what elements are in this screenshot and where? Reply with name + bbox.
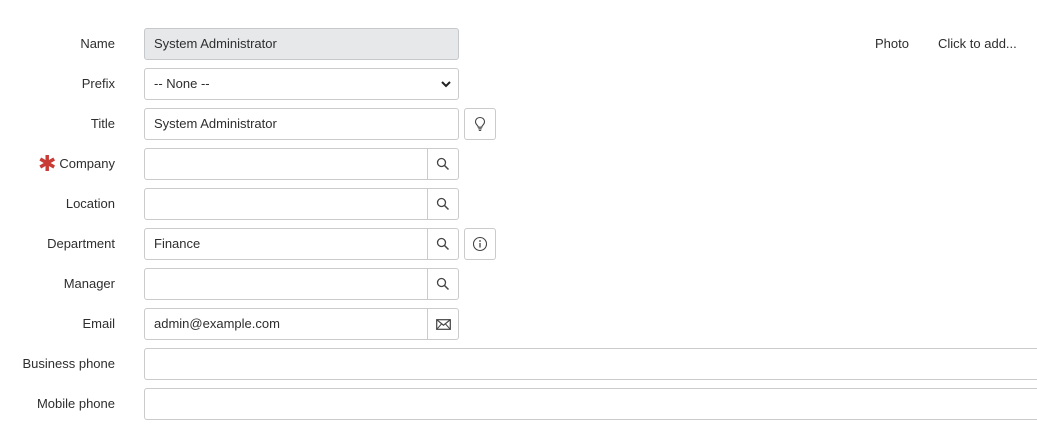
title-suggestion-button[interactable] <box>464 108 496 140</box>
row-prefix: Prefix -- None -- <box>0 68 1037 100</box>
row-department: Department Finance <box>0 228 1037 260</box>
name-field: System Administrator <box>144 28 459 60</box>
department-info-button[interactable] <box>464 228 496 260</box>
name-label: Name <box>80 36 115 51</box>
department-input[interactable]: Finance <box>144 228 428 260</box>
photo-add-link[interactable]: Click to add... <box>938 28 1017 60</box>
envelope-icon <box>435 318 451 330</box>
row-location: Location <box>0 188 1037 220</box>
mobile-phone-input[interactable] <box>144 388 1037 420</box>
info-icon <box>472 236 488 252</box>
search-icon <box>436 237 450 251</box>
row-mobile-phone: Mobile phone <box>0 388 1037 420</box>
manager-label: Manager <box>63 276 115 291</box>
search-icon <box>436 157 450 171</box>
company-label: Company <box>59 156 115 171</box>
title-input[interactable]: System Administrator <box>144 108 459 140</box>
location-input[interactable] <box>144 188 428 220</box>
email-input[interactable]: admin@example.com <box>144 308 428 340</box>
company-lookup-button[interactable] <box>427 148 459 180</box>
business-phone-label: Business phone <box>22 356 115 371</box>
department-label: Department <box>47 236 115 251</box>
email-label: Email <box>82 316 115 331</box>
prefix-selected-value: -- None -- <box>154 76 210 91</box>
prefix-select[interactable]: -- None -- <box>144 68 459 100</box>
manager-lookup-button[interactable] <box>427 268 459 300</box>
row-business-phone: Business phone <box>0 348 1037 380</box>
manager-input[interactable] <box>144 268 428 300</box>
row-title: Title System Administrator <box>0 108 1037 140</box>
required-marker: ✱ <box>38 152 57 177</box>
row-company: ✱ Company <box>0 148 1037 180</box>
chevron-down-icon <box>441 81 451 88</box>
location-label: Location <box>65 196 115 211</box>
business-phone-input[interactable] <box>144 348 1037 380</box>
location-lookup-button[interactable] <box>427 188 459 220</box>
mobile-phone-label: Mobile phone <box>36 396 115 411</box>
row-manager: Manager <box>0 268 1037 300</box>
lightbulb-icon <box>474 116 486 131</box>
search-icon <box>436 277 450 291</box>
title-label: Title <box>90 116 115 131</box>
search-icon <box>436 197 450 211</box>
prefix-label: Prefix <box>81 76 115 91</box>
row-email: Email admin@example.com <box>0 308 1037 340</box>
email-send-button[interactable] <box>427 308 459 340</box>
department-lookup-button[interactable] <box>427 228 459 260</box>
company-input[interactable] <box>144 148 428 180</box>
photo-label: Photo <box>875 36 909 51</box>
